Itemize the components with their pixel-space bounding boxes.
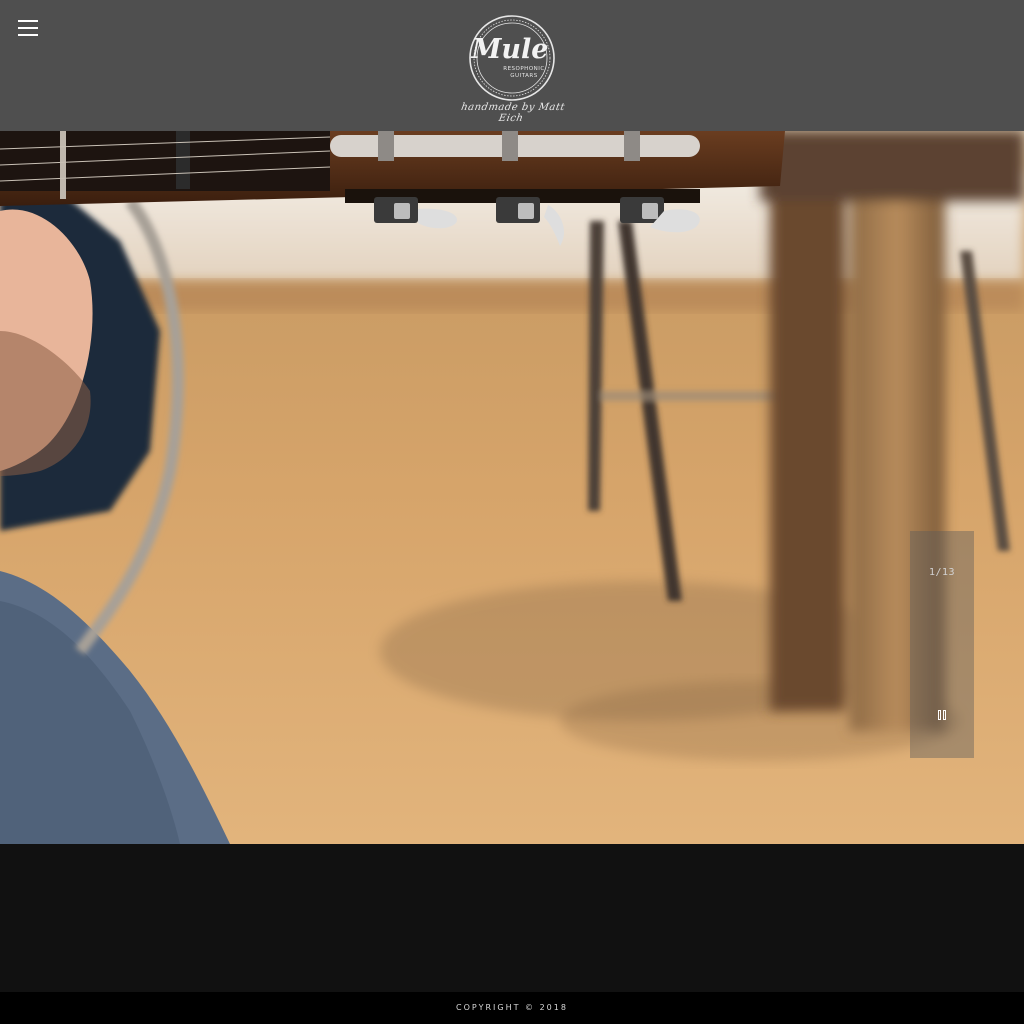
menu-button[interactable]	[14, 17, 42, 39]
footer-spacer	[0, 844, 1024, 992]
pause-icon-bar	[938, 710, 941, 720]
guitar-headstock-photo	[0, 131, 1024, 844]
site-header: Mule RESOPHONIC GUITARS handmade by Matt…	[0, 0, 1024, 131]
hero-slideshow: 1/13	[0, 131, 1024, 844]
logo-subtitle-2: GUITARS	[510, 73, 537, 79]
site-logo[interactable]: Mule RESOPHONIC GUITARS handmade by Matt…	[452, 14, 572, 124]
hamburger-icon-bar	[18, 34, 38, 36]
slideshow-controls: 1/13	[910, 531, 974, 758]
hamburger-icon-bar	[18, 20, 38, 22]
hamburger-icon-bar	[18, 27, 38, 29]
copyright-text: COPYRIGHT © 2018	[456, 1003, 568, 1012]
site-footer: COPYRIGHT © 2018	[0, 992, 1024, 1024]
pause-button[interactable]	[932, 705, 952, 725]
logo-brand: Mule	[471, 34, 549, 65]
logo-subtitle-1: RESOPHONIC	[503, 66, 544, 72]
pause-icon-bar	[943, 710, 946, 720]
slide-counter: 1/13	[928, 567, 956, 578]
logo-seal-icon: Mule RESOPHONIC GUITARS	[469, 15, 555, 101]
logo-tagline: handmade by Matt Eich	[460, 102, 566, 124]
